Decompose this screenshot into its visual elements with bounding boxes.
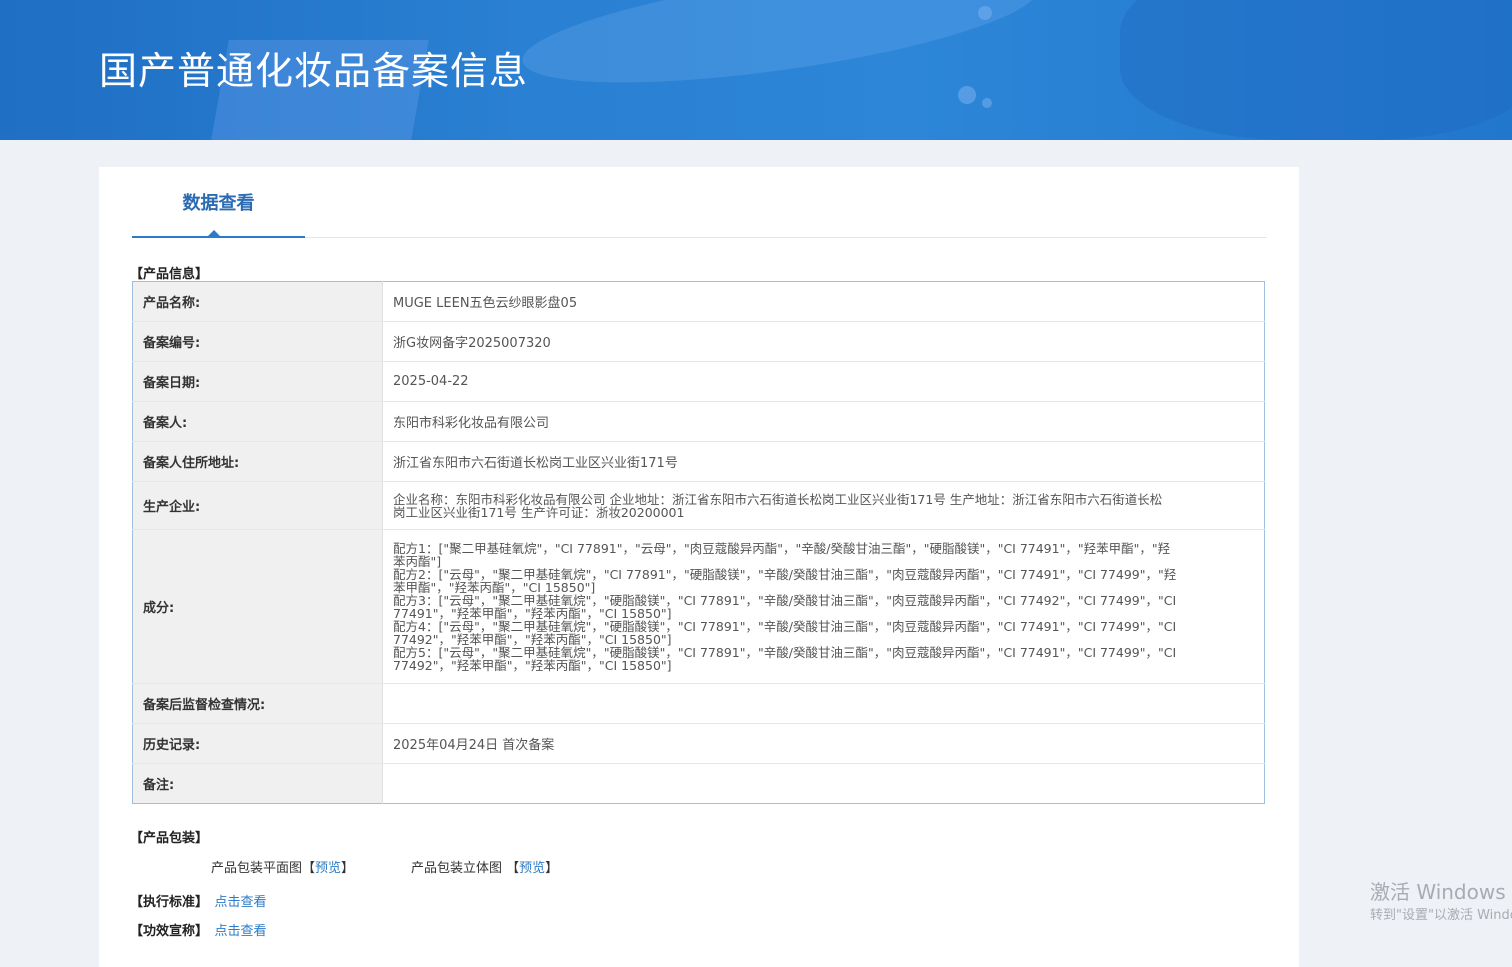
remarks-value bbox=[383, 764, 1265, 804]
text-line: 配方5：["云母"，"聚二甲基硅氧烷"，"硬脂酸镁"，"CI 77891"，"辛… bbox=[393, 644, 1177, 660]
ingredients-value: 配方1：["聚二甲基硅氧烷"，"CI 77891"，"云母"，"肉豆蔻酸异丙酯"… bbox=[382, 529, 1265, 684]
product-info-table: 产品名称: MUGE LEEN五色云纱眼影盘05 备案编号: 浙G妆网备字202… bbox=[132, 281, 1265, 804]
table-row: 备案人住所地址: 浙江省东阳市六石街道长松岗工业区兴业街171号 bbox=[132, 441, 1265, 482]
text-line: 77492"，"羟苯甲酯"，"羟苯丙酯"，"CI 15850"] bbox=[393, 657, 672, 673]
registrant-value: 东阳市科彩化妆品有限公司 bbox=[382, 401, 1265, 442]
efficacy-row: 【功效宣称】 点击查看 bbox=[130, 920, 267, 939]
tab-caret-icon bbox=[208, 230, 220, 236]
table-row: 历史记录: 2025年04月24日 首次备案 bbox=[132, 723, 1265, 764]
text-line: 配方1：["聚二甲基硅氧烷"，"CI 77891"，"云母"，"肉豆蔻酸异丙酯"… bbox=[393, 540, 1171, 556]
table-row: 产品名称: MUGE LEEN五色云纱眼影盘05 bbox=[132, 281, 1265, 322]
row-label: 产品名称: bbox=[132, 281, 383, 322]
banner-decoration bbox=[1120, 0, 1512, 140]
text-line: 企业名称：东阳市科彩化妆品有限公司 企业地址：浙江省东阳市六石街道长松岗工业区兴… bbox=[393, 491, 1163, 507]
efficacy-view-link[interactable]: 点击查看 bbox=[215, 924, 267, 939]
tab-bar: 数据查看 bbox=[132, 167, 1267, 238]
text-line: 配方4：["云母"，"聚二甲基硅氧烷"，"硬脂酸镁"，"CI 77891"，"辛… bbox=[393, 618, 1177, 634]
product-info-title: 【产品信息】 bbox=[130, 267, 209, 282]
row-label: 成分: bbox=[132, 529, 383, 684]
banner-dot bbox=[982, 98, 992, 108]
text-line: 77492"，"羟苯甲酯"，"羟苯丙酯"，"CI 15850"] bbox=[393, 631, 672, 647]
text-line: 配方2：["云母"，"聚二甲基硅氧烷"，"CI 77891"，"硬脂酸镁"，"辛… bbox=[393, 566, 1177, 582]
packaging-flat-item: 产品包装平面图【预览】 bbox=[211, 857, 354, 876]
bracket: 】 bbox=[341, 861, 355, 876]
registration-date-value: 2025-04-22 bbox=[382, 361, 1265, 402]
manufacturer-value: 企业名称：东阳市科彩化妆品有限公司 企业地址：浙江省东阳市六石街道长松岗工业区兴… bbox=[382, 481, 1265, 530]
row-label: 历史记录: bbox=[132, 723, 383, 764]
activation-watermark-text: 转到"设置"以激活 Windows。 bbox=[1370, 908, 1512, 923]
standard-title: 【执行标准】 bbox=[130, 895, 209, 910]
table-row: 备注: bbox=[132, 763, 1265, 804]
registrant-address-value: 浙江省东阳市六石街道长松岗工业区兴业街171号 bbox=[382, 441, 1265, 482]
row-label: 备案后监督检查情况: bbox=[132, 683, 383, 724]
table-row: 备案后监督检查情况: bbox=[132, 683, 1265, 724]
page-title: 国产普通化妆品备案信息 bbox=[99, 49, 529, 93]
packaging-stereo-label: 产品包装立体图 bbox=[411, 861, 507, 876]
supervision-value bbox=[382, 683, 1265, 724]
text-line: 岗工业区兴业街171号 生产许可证：浙妆20200001 bbox=[393, 504, 685, 520]
content-card: 数据查看 【产品信息】 产品名称: MUGE LEEN五色云纱眼影盘05 备案编… bbox=[99, 167, 1299, 967]
table-row: 备案人: 东阳市科彩化妆品有限公司 bbox=[132, 401, 1265, 442]
bracket: 】 bbox=[545, 861, 559, 876]
row-label: 备案人住所地址: bbox=[132, 441, 383, 482]
packaging-flat-label: 产品包装平面图 bbox=[211, 861, 303, 876]
standard-row: 【执行标准】 点击查看 bbox=[130, 891, 267, 910]
history-value: 2025年04月24日 首次备案 bbox=[382, 723, 1265, 764]
row-label: 备案人: bbox=[132, 401, 383, 442]
row-label: 生产企业: bbox=[132, 481, 383, 530]
text-line: 苯甲酯"，"羟苯丙酯"，"CI 15850"] bbox=[393, 579, 596, 595]
standard-view-link[interactable]: 点击查看 bbox=[215, 895, 267, 910]
text-line: 77491"，"羟苯甲酯"，"羟苯丙酯"，"CI 15850"] bbox=[393, 605, 672, 621]
efficacy-title: 【功效宣称】 bbox=[130, 924, 209, 939]
banner-dot bbox=[958, 86, 976, 104]
table-row: 生产企业: 企业名称：东阳市科彩化妆品有限公司 企业地址：浙江省东阳市六石街道长… bbox=[132, 481, 1265, 530]
registration-number-value: 浙G妆网备字2025007320 bbox=[382, 321, 1265, 362]
banner-dot bbox=[978, 6, 992, 20]
text-line: 配方3：["云母"，"聚二甲基硅氧烷"，"硬脂酸镁"，"CI 77891"，"辛… bbox=[393, 592, 1177, 608]
row-label: 备案编号: bbox=[132, 321, 383, 362]
header-banner: 国产普通化妆品备案信息 bbox=[0, 0, 1512, 140]
product-name-value: MUGE LEEN五色云纱眼影盘05 bbox=[382, 281, 1265, 322]
tab-data-view[interactable]: 数据查看 bbox=[132, 167, 305, 238]
packaging-stereo-item: 产品包装立体图 【预览】 bbox=[411, 857, 558, 876]
text-line: 苯丙酯"] bbox=[393, 553, 442, 569]
table-row: 成分: 配方1：["聚二甲基硅氧烷"，"CI 77891"，"云母"，"肉豆蔻酸… bbox=[132, 529, 1265, 684]
table-row: 备案日期: 2025-04-22 bbox=[132, 361, 1265, 402]
activation-watermark-title: 激活 Windows bbox=[1370, 880, 1506, 904]
row-label: 备注: bbox=[132, 763, 383, 804]
row-label: 备案日期: bbox=[132, 361, 383, 402]
flat-preview-link[interactable]: 预览 bbox=[315, 861, 341, 876]
bracket: 【 bbox=[302, 861, 316, 876]
bracket: 【 bbox=[506, 861, 520, 876]
tab-label: 数据查看 bbox=[182, 192, 255, 214]
stereo-preview-link[interactable]: 预览 bbox=[519, 861, 545, 876]
table-row: 备案编号: 浙G妆网备字2025007320 bbox=[132, 321, 1265, 362]
packaging-title: 【产品包装】 bbox=[130, 831, 209, 846]
